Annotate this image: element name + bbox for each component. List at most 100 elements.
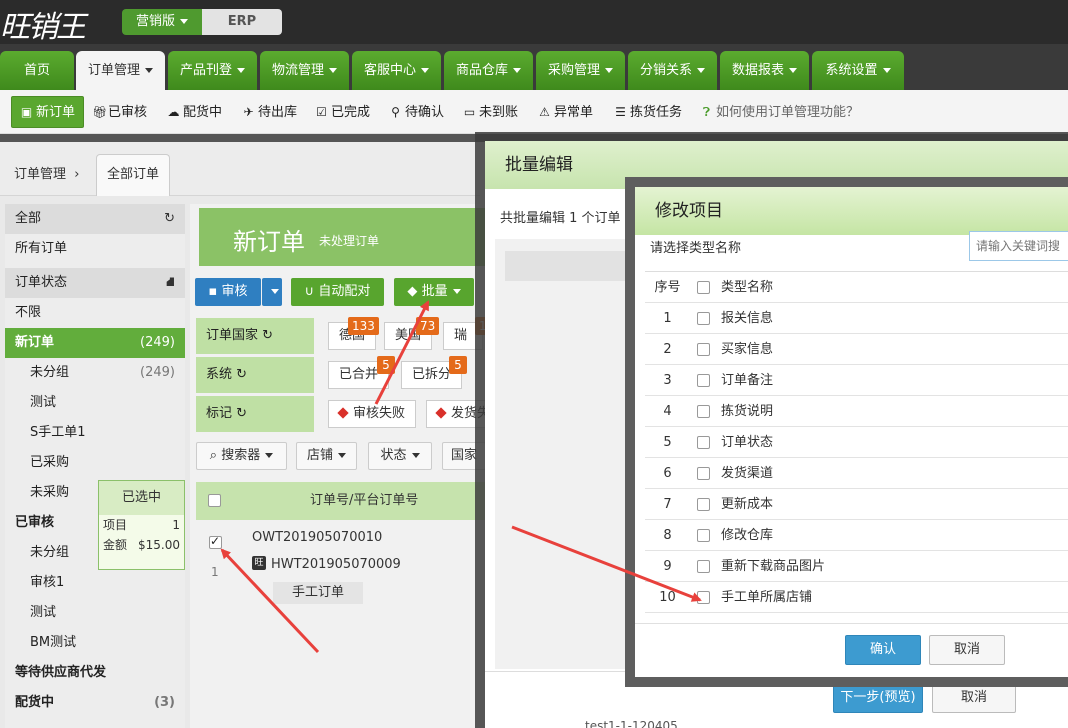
- subnav-unpaid[interactable]: ▭ 未到账: [463, 96, 518, 128]
- nav-warehouse[interactable]: 商品仓库: [444, 51, 533, 90]
- cancel-button[interactable]: 取消: [929, 635, 1005, 665]
- chevron-down-icon: [270, 289, 279, 294]
- sidebar-bm-test[interactable]: BM测试: [5, 628, 185, 658]
- nav-logistics[interactable]: 物流管理: [260, 51, 349, 90]
- filter-country-label: 订单国家 ↻: [196, 318, 314, 354]
- subnav-approved[interactable]: 🎁︎已审核: [92, 96, 147, 128]
- select-all-checkbox[interactable]: [208, 494, 221, 507]
- batch-button[interactable]: ◆ 批量: [394, 278, 474, 306]
- confirm-button[interactable]: 确认: [845, 635, 921, 665]
- chevron-down-icon: [605, 68, 613, 73]
- row-checkbox[interactable]: [697, 498, 710, 511]
- row-checkbox[interactable]: [697, 467, 710, 480]
- nav-label: 产品刊登: [179, 63, 232, 78]
- row-checkbox[interactable]: [697, 560, 710, 573]
- row-checkbox[interactable]: [697, 343, 710, 356]
- audit-button[interactable]: ▪ 审核: [195, 278, 261, 306]
- sitemap-icon[interactable]: ⛘: [166, 268, 175, 298]
- subnav-picking-task[interactable]: ☰ 拣货任务: [614, 96, 682, 128]
- edition-dropdown[interactable]: 营销版: [122, 9, 202, 35]
- erp-button[interactable]: ERP: [202, 9, 282, 35]
- keyword-search-input[interactable]: [969, 231, 1068, 261]
- status-dropdown[interactable]: 状态: [368, 442, 432, 470]
- sidebar-order-status: 订单状态 ⛘: [5, 268, 185, 298]
- row-checkbox[interactable]: [697, 529, 710, 542]
- sidebar-unlimited[interactable]: 不限: [5, 298, 185, 328]
- table-row[interactable]: 1 报关信息: [645, 303, 1068, 334]
- nav-customer-service[interactable]: 客服中心: [352, 51, 441, 90]
- next-preview-button[interactable]: 下一步(预览): [833, 683, 923, 713]
- sidebar-s-manual[interactable]: S手工单1: [5, 418, 185, 448]
- sidebar-new-order[interactable]: 新订单 (249): [5, 328, 185, 358]
- row-no: 7: [663, 497, 672, 512]
- sidebar-label: 所有订单: [15, 241, 68, 256]
- refresh-icon[interactable]: ↻: [236, 406, 247, 421]
- order-number[interactable]: OWT201905070010: [252, 530, 382, 545]
- sidebar-purchased[interactable]: 已采购: [5, 448, 185, 478]
- help-link[interactable]: ❓︎ 如何使用订单管理功能？: [700, 96, 859, 128]
- sidebar-all[interactable]: 全部 ↻: [5, 204, 185, 234]
- nav-order-management[interactable]: 订单管理: [76, 51, 165, 90]
- sidebar-audit1[interactable]: 审核1: [5, 568, 185, 598]
- row-name: 手工单所属店铺: [721, 590, 813, 605]
- audit-dropdown[interactable]: [262, 278, 282, 306]
- batch-cancel-button[interactable]: 取消: [932, 683, 1016, 713]
- nav-reports[interactable]: 数据报表: [720, 51, 809, 90]
- sidebar-waiting-supplier[interactable]: 等待供应商代发: [5, 658, 185, 688]
- platform-order-number[interactable]: HWT201905070009: [271, 557, 401, 572]
- subnav-to-ship[interactable]: ✈ 待出库: [242, 96, 297, 128]
- sidebar-picking[interactable]: 配货中 (3): [5, 688, 185, 718]
- nav-purchase[interactable]: 采购管理: [536, 51, 625, 90]
- sidebar-all-orders[interactable]: 所有订单: [5, 234, 185, 264]
- auto-match-button[interactable]: ∪ 自动配对: [291, 278, 384, 306]
- type-name-label: 请选择类型名称: [650, 241, 742, 256]
- nav-settings[interactable]: 系统设置: [812, 51, 904, 90]
- table-row[interactable]: 5 订单状态: [645, 427, 1068, 458]
- table-row[interactable]: 7 更新成本: [645, 489, 1068, 520]
- filter-chip-audit-failed[interactable]: 审核失败: [328, 400, 417, 428]
- subnav-completed[interactable]: ☑ 已完成: [315, 96, 370, 128]
- nav-label: 数据报表: [731, 63, 784, 78]
- row-checkbox[interactable]: [697, 312, 710, 325]
- select-all-types-checkbox[interactable]: [697, 281, 710, 294]
- list-icon: ☰: [615, 105, 626, 119]
- subnav-picking[interactable]: ☁ 配货中: [167, 96, 223, 128]
- sidebar-label: 测试: [30, 395, 57, 410]
- modify-items-dialog: 修改项目 请选择类型名称 序号 类型名称 1 报关信息 2 买家信息 3 订单备注 4…: [635, 187, 1068, 677]
- searcher-dropdown[interactable]: ⌕ 搜索器: [196, 442, 287, 470]
- row-checkbox[interactable]: [697, 405, 710, 418]
- table-row[interactable]: 2 买家信息: [645, 334, 1068, 365]
- tab-all-orders[interactable]: 全部订单: [96, 154, 170, 196]
- row-checkbox[interactable]: [209, 534, 222, 549]
- filter-label: 系统: [206, 367, 233, 382]
- table-row[interactable]: 4 拣货说明: [645, 396, 1068, 427]
- refresh-icon[interactable]: ↻: [236, 367, 247, 382]
- sidebar-test[interactable]: 测试: [5, 388, 185, 418]
- row-checkbox[interactable]: [697, 374, 710, 387]
- table-row[interactable]: 8 修改仓库: [645, 520, 1068, 551]
- row-checkbox[interactable]: [697, 436, 710, 449]
- breadcrumb-root[interactable]: 订单管理 ›: [14, 163, 79, 182]
- nav-distribution[interactable]: 分销关系: [628, 51, 717, 90]
- count-badge: 133: [348, 317, 379, 335]
- table-row[interactable]: 6 发货渠道: [645, 458, 1068, 489]
- shop-label: 店铺: [306, 448, 333, 463]
- subnav-exception[interactable]: ⚠ 异常单: [538, 96, 593, 128]
- table-row[interactable]: 10 手工单所属店铺: [645, 582, 1068, 613]
- shop-dropdown[interactable]: 店铺: [296, 442, 357, 470]
- nav-product-listing[interactable]: 产品刊登: [168, 51, 257, 90]
- page-subtitle: 未处理订单: [319, 234, 380, 248]
- new-order-button[interactable]: ▣ 新订单: [11, 96, 85, 128]
- sidebar-ungrouped[interactable]: 未分组 (249): [5, 358, 185, 388]
- row-checkbox[interactable]: [697, 591, 710, 604]
- table-row[interactable]: 9 重新下载商品图片: [645, 551, 1068, 582]
- batch-label: 批量: [421, 284, 448, 299]
- sidebar-test-2[interactable]: 测试: [5, 598, 185, 628]
- nav-home[interactable]: 首页: [0, 51, 74, 90]
- row-no: 1: [663, 311, 672, 326]
- subnav-to-confirm[interactable]: ⚲ 待确认: [389, 96, 444, 128]
- refresh-icon[interactable]: ↻: [262, 328, 273, 343]
- column-no: 序号: [654, 280, 681, 295]
- table-row[interactable]: 3 订单备注: [645, 365, 1068, 396]
- refresh-icon[interactable]: ↻: [164, 204, 175, 234]
